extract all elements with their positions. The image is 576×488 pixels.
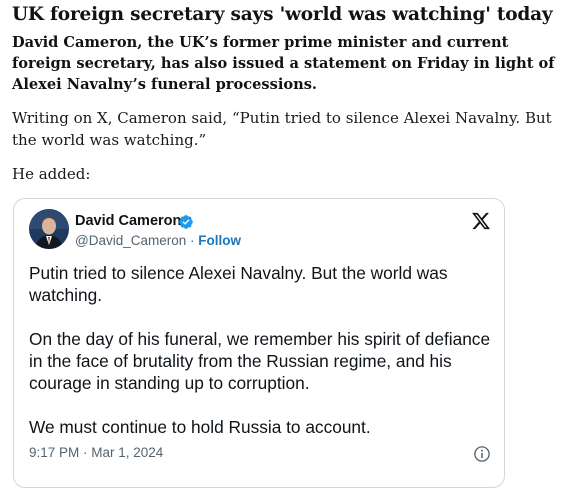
article-standfirst: David Cameron, the UK’s former prime min… (12, 34, 555, 93)
author-handle-line: @David_Cameron · Follow (75, 233, 241, 248)
article-paragraph: Writing on X, Cameron said, “Putin tried… (12, 109, 552, 149)
tweet-paragraph: Putin tried to silence Alexei Navalny. B… (29, 263, 448, 305)
article-paragraph: He added: (12, 165, 91, 183)
author-name[interactable]: David Cameron (75, 213, 181, 229)
verified-badge-icon (178, 214, 194, 230)
follow-button[interactable]: Follow (198, 233, 241, 248)
author-handle[interactable]: @David_Cameron (75, 233, 186, 248)
separator-dot: · (190, 233, 195, 248)
x-logo-icon[interactable] (471, 211, 491, 231)
author-avatar[interactable] (29, 209, 69, 249)
tweet-paragraph: On the day of his funeral, we remember h… (29, 329, 491, 393)
info-icon[interactable] (473, 445, 491, 463)
embedded-tweet-card[interactable]: David Cameron @David_Cameron · Follow Pu… (13, 198, 505, 488)
tweet-paragraph: We must continue to hold Russia to accou… (29, 417, 371, 437)
article-headline: UK foreign secretary says 'world was wat… (12, 4, 553, 25)
tweet-timestamp[interactable]: 9:17 PM · Mar 1, 2024 (29, 445, 163, 460)
tweet-text: Putin tried to silence Alexei Navalny. B… (29, 262, 491, 460)
